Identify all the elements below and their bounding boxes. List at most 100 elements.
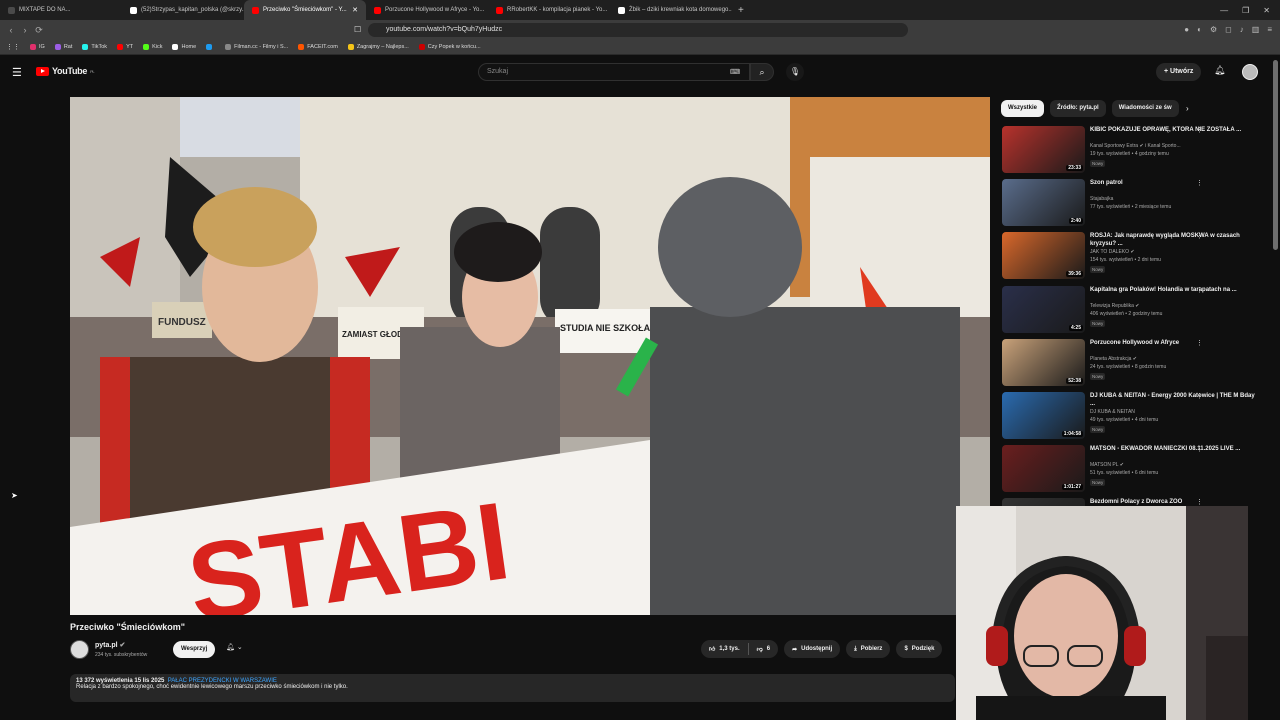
keyboard-icon[interactable]: ⌨ (730, 68, 740, 76)
browser-tab[interactable]: Żbik – dziki krewniak kota domowego... (610, 0, 732, 20)
maximize-icon[interactable]: ❐ (1242, 6, 1249, 15)
bookmark-label: TikTok (91, 44, 108, 50)
youtube-logo[interactable]: YouTube PL (36, 66, 95, 76)
recommended-video[interactable]: 1:04:58 DJ KUBA & NEITAN - Energy 2000 Ka… (1002, 392, 1272, 442)
support-button[interactable]: Wesprzyj (173, 641, 216, 658)
close-window-icon[interactable]: ✕ (1263, 6, 1270, 15)
video-player[interactable]: FUNDUSZ ZAMIAST GŁODOWEJ TANIE STOŁÓW ST… (70, 97, 990, 615)
bookmark-item[interactable]: IG (30, 44, 45, 50)
bookmark-item[interactable]: Zagrajmy – Najleps... (347, 44, 409, 50)
download-button[interactable]: ⤓ Pobierz (846, 640, 891, 658)
recommended-channel: Stajabajka (1090, 196, 1114, 202)
recommended-video[interactable]: 2:40 Szon patrol Stajabajka 77 tys. wyświet… (1002, 179, 1272, 229)
more-options-icon[interactable]: ⋮ (1196, 339, 1203, 347)
like-button[interactable]: 👍︎ 1,3 tys. (701, 640, 748, 658)
video-thumbnail[interactable]: 1:01:27 (1002, 445, 1085, 492)
more-options-icon[interactable]: ⋮ (1196, 179, 1203, 187)
video-thumbnail[interactable]: 23:33 (1002, 126, 1085, 173)
bookmark-item[interactable]: Home (172, 44, 196, 50)
recommended-meta: 51 tys. wyświetleń • 6 dni temu (1090, 470, 1159, 476)
subscription-bell-icon[interactable]: 🔔︎ ⌄ (226, 643, 243, 651)
chevron-right-icon[interactable]: › (1186, 104, 1189, 113)
menu-hamburger-icon[interactable]: ☰ (12, 66, 22, 79)
browser-tab[interactable]: Przeciwko "Śmieciówkom" - Y... ✕ (244, 0, 366, 20)
recommended-video[interactable]: 39:36 ROSJA: Jak naprawdę wygląda MOSKWA … (1002, 232, 1272, 282)
recommended-title: ROSJA: Jak naprawdę wygląda MOSKWA w cza… (1090, 233, 1240, 247)
bookmark-item[interactable]: YT (117, 44, 133, 50)
browser-tab[interactable]: Porzucone Hollywood w Afryce - Yo... (366, 0, 488, 20)
browser-tab[interactable]: MIXTAPE DO NA... (0, 0, 122, 20)
video-duration: 39:36 (1066, 271, 1083, 277)
extension-icon[interactable]: ⚙ (1210, 25, 1217, 34)
thanks-button[interactable]: $ Podzięk (896, 640, 943, 658)
search-button[interactable]: ⌕ (750, 63, 774, 81)
recommended-video[interactable]: 4:25 Kapitalna gra Polaków! Holandia w ta… (1002, 286, 1272, 336)
create-button[interactable]: + Utwórz (1156, 63, 1202, 81)
bookmark-item[interactable]: Filman.cc - Filmy i S... (225, 44, 288, 50)
description-box[interactable]: 13 372 wyświetlenia 15 lis 2025 PAŁAC PR… (70, 674, 955, 702)
recommended-video[interactable]: 23:33 KIBIC POKAZUJE OPRAWĘ, KTÓRA NIE ZO… (1002, 126, 1272, 176)
reload-icon[interactable]: ⟳ (32, 25, 46, 36)
close-tab-icon[interactable]: ✕ (352, 6, 358, 14)
tab-favicon-icon (252, 6, 259, 14)
bookmark-item[interactable]: TikTok (82, 44, 107, 50)
channel-name[interactable]: pyta.pl ✔ (95, 641, 125, 649)
bookmark-item[interactable]: Kick (143, 44, 162, 50)
browser-tab[interactable]: (52)Strzypas_kapitan_polska (@skrzy... (122, 0, 244, 20)
dislike-count: 6 (766, 646, 771, 652)
new-tab-icon[interactable]: + (732, 5, 750, 16)
extension-icon[interactable]: ◻ (1225, 25, 1232, 34)
forward-icon[interactable]: › (18, 25, 32, 35)
menu-icon[interactable]: ≡ (1267, 25, 1272, 34)
video-thumbnail[interactable]: 1:04:58 (1002, 392, 1085, 439)
more-options-icon[interactable]: ⋮ (1196, 392, 1203, 400)
video-thumbnail[interactable]: 39:36 (1002, 232, 1085, 279)
extension-icon[interactable]: ◐ (1197, 25, 1202, 34)
more-options-icon[interactable]: ⋮ (1196, 498, 1203, 506)
more-options-icon[interactable]: ⋮ (1196, 286, 1203, 294)
search-input[interactable]: Szukaj (478, 63, 750, 81)
bookmark-item[interactable] (206, 44, 215, 50)
bookmark-icon[interactable]: ☐ (354, 25, 361, 34)
account-avatar[interactable] (1242, 64, 1258, 80)
browser-tab[interactable]: RRobertKK - kompilacja pianek - Yo... (488, 0, 610, 20)
video-thumbnail[interactable]: 4:25 (1002, 286, 1085, 333)
more-options-icon[interactable]: ⋮ (1196, 445, 1203, 453)
video-thumbnail[interactable]: 52:38 (1002, 339, 1085, 386)
bookmark-item[interactable]: Rat (54, 44, 72, 50)
bookmark-label: Zagrajmy – Najleps... (356, 44, 409, 50)
page-scrollbar[interactable] (1273, 60, 1278, 250)
filter-chip[interactable]: Źródło: pyta.pl (1050, 100, 1106, 117)
filter-chip[interactable]: Wszystkie (1001, 100, 1045, 117)
url-field[interactable]: youtube.com/watch?v=bQuh7yHudzc (368, 23, 908, 37)
sign-text: FUNDUSZ (158, 317, 206, 328)
recommended-video[interactable]: 52:38 Porzucone Hollywood w Afryce Planeta… (1002, 339, 1272, 389)
recommended-channel: DJ KUBA & NEITAN (1090, 409, 1135, 415)
tab-favicon-icon (8, 6, 15, 14)
notifications-bell-icon[interactable]: 🔔︎ (1214, 65, 1225, 76)
recommended-video[interactable]: 1:01:27 MATSON - EKWADOR MANIECZKI 08.11.… (1002, 445, 1272, 495)
channel-avatar[interactable] (70, 640, 89, 659)
recommended-video[interactable]: Bezdomni Polacy z Dworca ZOO ⋮ (1002, 498, 1272, 506)
bookmark-item[interactable]: Czy Popek w końcu... (418, 44, 481, 50)
filter-chip[interactable]: Wiadomości ze św (1111, 100, 1179, 117)
dislike-button[interactable]: 👎︎ 6 (749, 640, 778, 658)
tab-favicon-icon (618, 6, 625, 14)
new-badge: Nowy (1090, 479, 1106, 486)
extension-icon[interactable]: ● (1184, 25, 1189, 34)
video-thumbnail[interactable]: 2:40 (1002, 179, 1085, 226)
bookmark-item[interactable]: FACEIT.com (298, 44, 338, 50)
tab-label: Żbik – dziki krewniak kota domowego... (629, 7, 732, 13)
music-icon[interactable]: ♪ (1240, 25, 1244, 34)
bookmark-favicon-icon (206, 44, 213, 50)
voice-search-button[interactable]: 🎙︎ (786, 63, 804, 81)
more-options-icon[interactable]: ⋮ (1196, 232, 1203, 240)
apps-icon[interactable]: ⋮⋮ (6, 43, 20, 51)
back-icon[interactable]: ‹ (4, 25, 18, 35)
video-thumbnail[interactable] (1002, 498, 1085, 506)
recommended-meta: 406 wyświetleń • 2 godziny temu (1090, 311, 1163, 317)
more-options-icon[interactable]: ⋮ (1196, 126, 1203, 134)
minimize-icon[interactable]: — (1220, 6, 1228, 15)
share-button[interactable]: ➦ Udostępnij (784, 640, 841, 658)
sidebar-icon[interactable]: ▥ (1252, 25, 1260, 34)
